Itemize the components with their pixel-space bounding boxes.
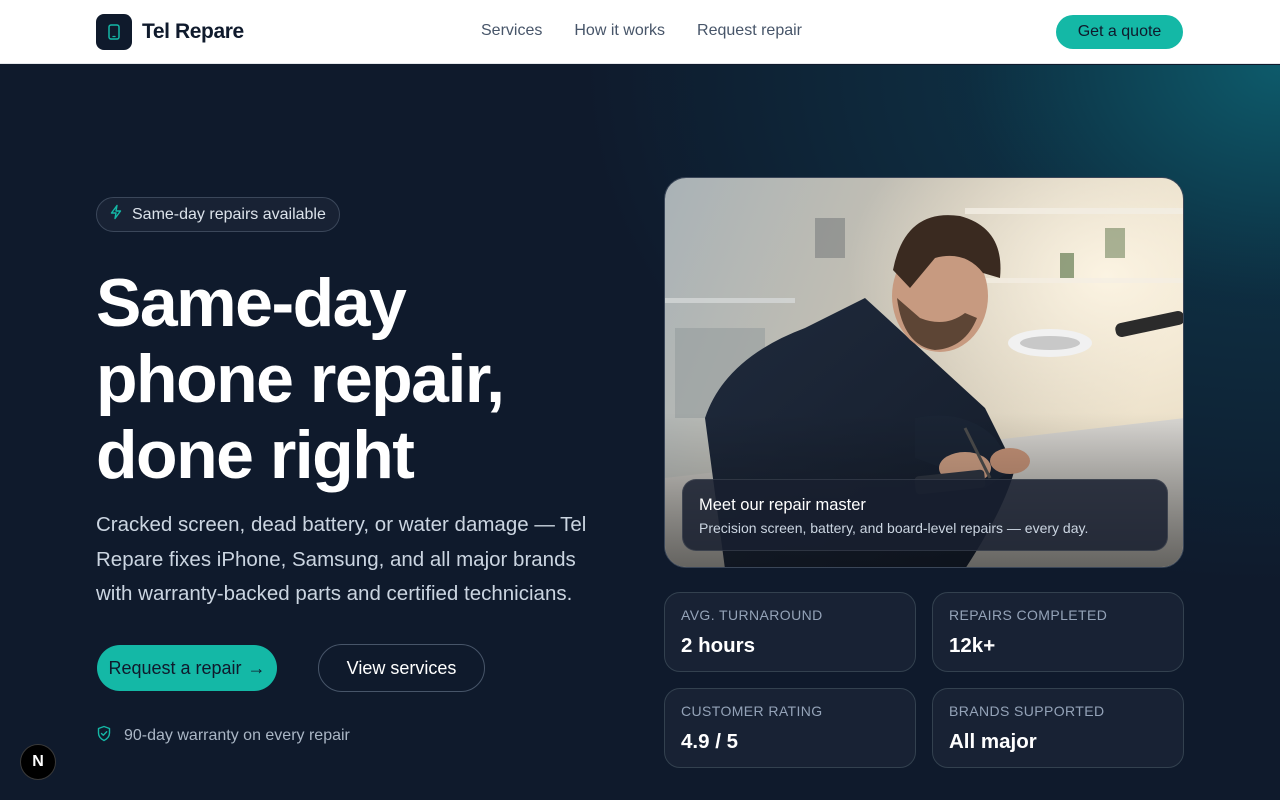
main-nav: Services How it works Request repair	[481, 20, 802, 42]
headline-line-2: phone repair,	[96, 341, 505, 417]
repair-master-photo-card: Meet our repair master Precision screen,…	[664, 177, 1184, 568]
photo-caption: Meet our repair master Precision screen,…	[682, 479, 1168, 551]
stat-card-customer-rating: CUSTOMER RATING 4.9 / 5	[664, 688, 916, 768]
stat-label: AVG. TURNAROUND	[681, 607, 823, 623]
stat-value: 4.9 / 5	[681, 730, 738, 753]
stat-value: 12k+	[949, 634, 996, 657]
nav-link-how-it-works[interactable]: How it works	[574, 20, 665, 42]
dev-badge-label: N	[32, 753, 44, 770]
shield-check-icon	[96, 725, 112, 747]
stat-label: BRANDS SUPPORTED	[949, 703, 1105, 719]
hero-headline: Same-day phone repair, done right	[96, 265, 616, 493]
phone-icon	[96, 14, 132, 50]
nav-link-request-repair[interactable]: Request repair	[697, 20, 802, 42]
site-header: Tel Repare Services How it works Request…	[0, 0, 1280, 64]
dev-tools-badge[interactable]: N	[20, 744, 56, 780]
get-quote-button[interactable]: Get a quote	[1056, 15, 1183, 49]
brand-logo[interactable]: Tel Repare	[96, 14, 244, 50]
headline-line-1: Same-day	[96, 265, 407, 341]
lightning-icon	[108, 204, 124, 225]
headline-line-3: done right	[96, 417, 415, 493]
stat-label: CUSTOMER RATING	[681, 703, 823, 719]
request-repair-button[interactable]: Request a repair →	[97, 645, 277, 691]
caption-title: Meet our repair master	[699, 496, 866, 514]
stat-value: All major	[949, 730, 1037, 753]
stat-value: 2 hours	[681, 634, 756, 657]
view-services-button[interactable]: View services	[318, 644, 485, 692]
stat-label: REPAIRS COMPLETED	[949, 607, 1108, 623]
hero-section: Same-day repairs available Same-day phon…	[0, 65, 1280, 800]
same-day-badge: Same-day repairs available	[96, 197, 340, 232]
stat-card-repairs-completed: REPAIRS COMPLETED 12k+	[932, 592, 1184, 672]
nav-link-services[interactable]: Services	[481, 20, 542, 42]
badge-label: Same-day repairs available	[132, 205, 326, 223]
caption-subtitle: Precision screen, battery, and board-lev…	[699, 520, 1089, 536]
stat-card-brands-supported: BRANDS SUPPORTED All major	[932, 688, 1184, 768]
stat-card-turnaround: AVG. TURNAROUND 2 hours	[664, 592, 916, 672]
warranty-text: 90-day warranty on every repair	[124, 727, 350, 744]
request-repair-label: Request a repair	[108, 657, 242, 678]
hero-description: Cracked screen, dead battery, or water d…	[96, 513, 587, 605]
brand-name: Tel Repare	[142, 20, 244, 43]
arrow-right-icon: →	[247, 657, 266, 678]
warranty-note: 90-day warranty on every repair	[96, 725, 350, 747]
